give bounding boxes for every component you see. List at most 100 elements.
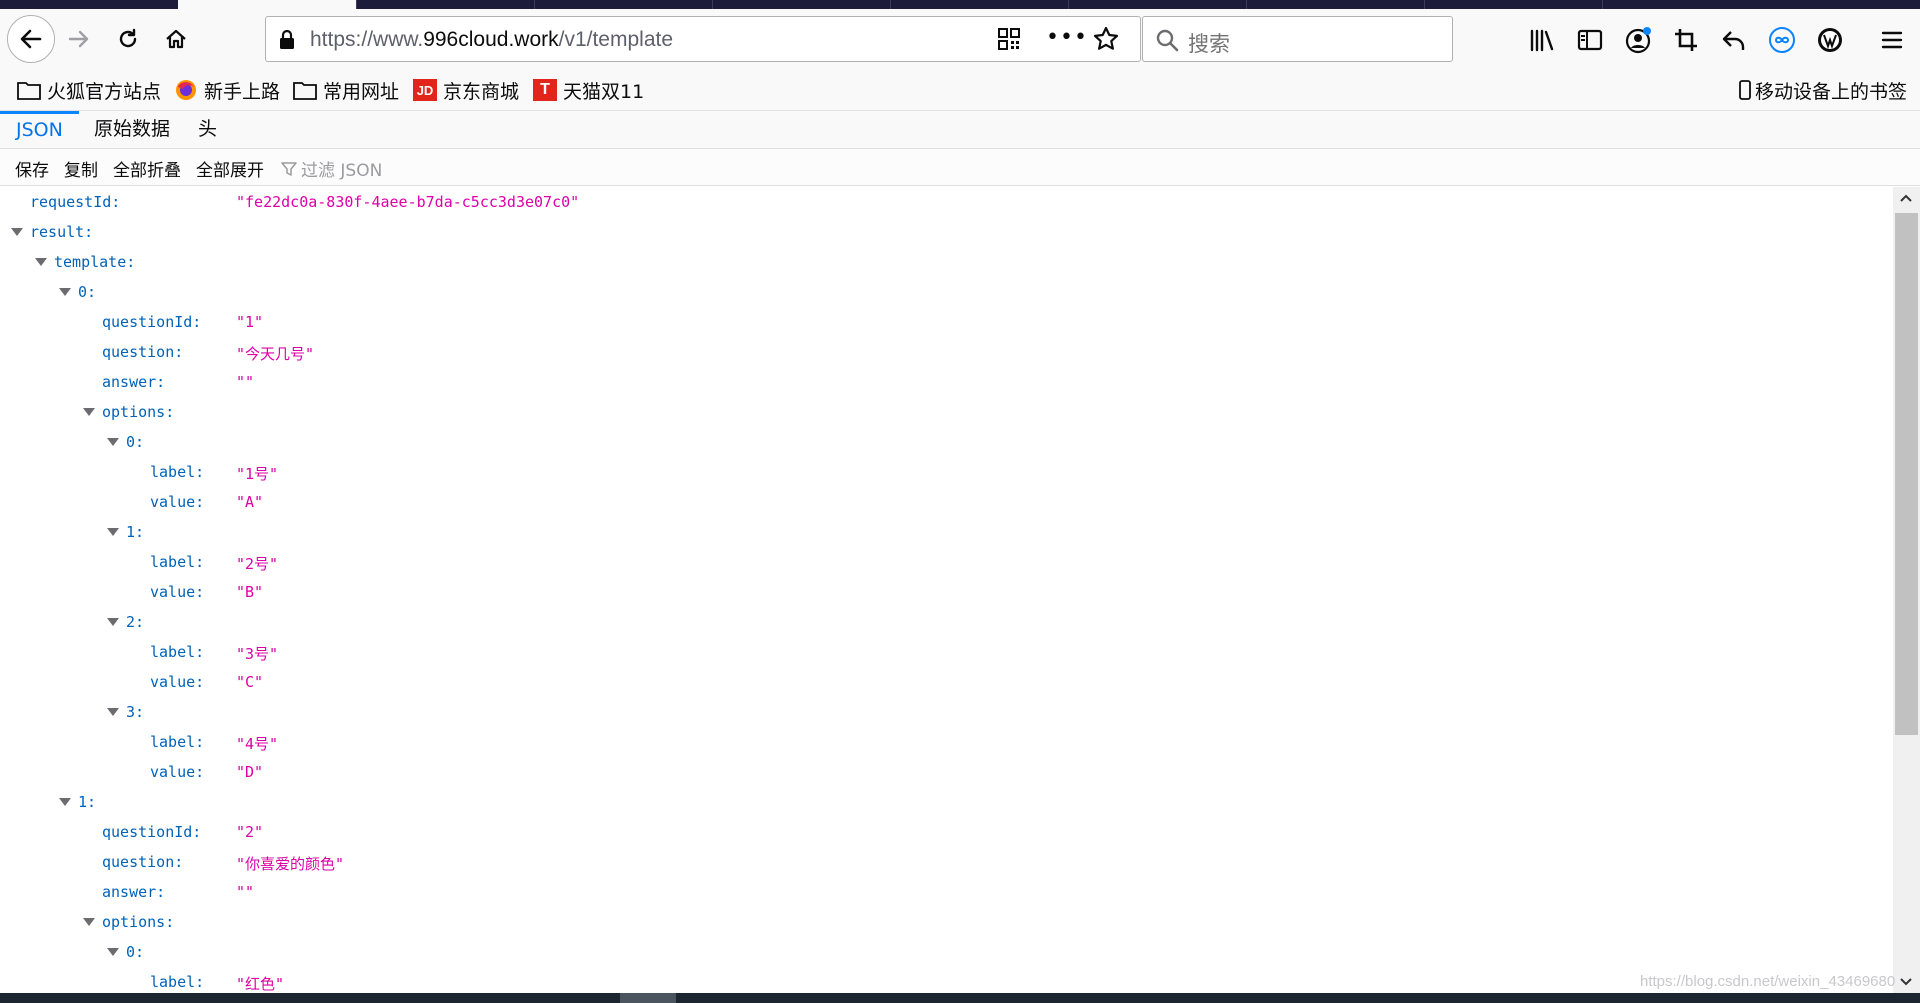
- account-button[interactable]: [1623, 25, 1653, 55]
- horizontal-scroll-thumb[interactable]: [620, 993, 676, 1003]
- expand-toggle-icon[interactable]: [83, 408, 95, 416]
- bookmark-tmall-double11[interactable]: T 天猫双11: [533, 77, 644, 103]
- search-placeholder: 搜索: [1188, 32, 1230, 56]
- expand-toggle-icon[interactable]: [11, 228, 23, 236]
- tree-row: value: "D": [0, 757, 1893, 787]
- crop-icon: [1675, 29, 1697, 51]
- expand-toggle-icon[interactable]: [59, 288, 71, 296]
- expand-toggle-icon[interactable]: [35, 258, 47, 266]
- tree-row[interactable]: 0:: [0, 937, 1893, 967]
- bookmark-label: 火狐官方站点: [47, 80, 162, 103]
- forward-button[interactable]: [58, 18, 100, 60]
- tree-row[interactable]: 1:: [0, 787, 1893, 817]
- url-domain: 996cloud.work: [423, 28, 559, 51]
- tab-separator: [534, 0, 535, 9]
- tree-value: "fe22dc0a-830f-4aee-b7da-c5cc3d3e07c0": [236, 193, 580, 211]
- firefox-icon: [174, 79, 198, 101]
- copy-button[interactable]: 复制: [64, 156, 98, 181]
- tree-key: label:: [150, 733, 205, 751]
- folder-icon: [17, 79, 41, 101]
- menu-button[interactable]: [1877, 25, 1907, 55]
- back-button[interactable]: [7, 15, 55, 63]
- tree-key: template:: [54, 253, 136, 271]
- mobile-bookmarks[interactable]: 移动设备上的书签: [1738, 77, 1907, 103]
- tree-row[interactable]: 1:: [0, 517, 1893, 547]
- tree-value: "红色": [236, 975, 285, 993]
- sidebar-icon: [1577, 29, 1603, 51]
- tree-key: question:: [102, 853, 184, 871]
- tree-value: "2号": [236, 555, 279, 573]
- tree-row: label: "4号": [0, 727, 1893, 757]
- wordpress-icon: [1818, 28, 1842, 52]
- bookmark-star-icon[interactable]: [1093, 26, 1119, 52]
- library-button[interactable]: [1527, 25, 1557, 55]
- collapse-all-button[interactable]: 全部折叠: [113, 156, 181, 181]
- expand-toggle-icon[interactable]: [107, 618, 119, 626]
- tab-json[interactable]: JSON: [0, 111, 79, 149]
- bookmark-getting-started[interactable]: 新手上路: [174, 77, 280, 103]
- wordpress-extension-button[interactable]: [1815, 25, 1845, 55]
- expand-toggle-icon[interactable]: [59, 798, 71, 806]
- tree-key: 1:: [126, 523, 145, 541]
- scroll-up-icon[interactable]: [1899, 193, 1913, 203]
- sidebar-button[interactable]: [1575, 25, 1605, 55]
- tree-row[interactable]: options:: [0, 397, 1893, 427]
- tree-row[interactable]: template:: [0, 247, 1893, 277]
- tree-key: questionId:: [102, 823, 202, 841]
- folder-icon: [293, 79, 317, 101]
- filter-json-input[interactable]: 过滤 JSON: [281, 156, 382, 181]
- tree-key: requestId:: [30, 193, 121, 211]
- extension-button[interactable]: [1767, 25, 1797, 55]
- expand-toggle-icon[interactable]: [83, 918, 95, 926]
- expand-toggle-icon[interactable]: [107, 528, 119, 536]
- search-bar[interactable]: 搜索: [1142, 16, 1453, 62]
- home-button[interactable]: [155, 18, 197, 60]
- address-bar[interactable]: https://www.996cloud.work/v1/template ••…: [265, 16, 1141, 62]
- jd-icon: JD: [413, 79, 437, 101]
- screenshot-button[interactable]: [1671, 25, 1701, 55]
- tmall-icon: T: [533, 79, 557, 101]
- tree-key: label:: [150, 553, 205, 571]
- json-toolbar: 保存 复制 全部折叠 全部展开 过滤 JSON: [0, 149, 1920, 186]
- json-tree: requestId: "fe22dc0a-830f-4aee-b7da-c5cc3…: [0, 187, 1893, 993]
- scroll-down-icon[interactable]: [1899, 977, 1913, 987]
- page-actions-button[interactable]: •••: [1046, 25, 1088, 50]
- tree-key: label:: [150, 463, 205, 481]
- bookmark-folder-common-sites[interactable]: 常用网址: [293, 77, 399, 103]
- expand-toggle-icon[interactable]: [107, 948, 119, 956]
- active-tab[interactable]: [178, 0, 356, 9]
- tab-headers[interactable]: 头: [182, 111, 233, 149]
- save-button[interactable]: 保存: [15, 156, 49, 181]
- tree-row[interactable]: options:: [0, 907, 1893, 937]
- bookmark-folder-firefox-official[interactable]: 火狐官方站点: [17, 77, 161, 103]
- tree-value: "4号": [236, 735, 279, 753]
- tab-strip: [0, 0, 1920, 9]
- expand-toggle-icon[interactable]: [107, 708, 119, 716]
- expand-all-button[interactable]: 全部展开: [196, 156, 264, 181]
- bookmark-label: 移动设备上的书签: [1755, 80, 1908, 103]
- scrollbar-thumb[interactable]: [1895, 213, 1918, 735]
- tree-row[interactable]: 3:: [0, 697, 1893, 727]
- tree-value: "D": [236, 763, 264, 781]
- lock-icon[interactable]: [278, 29, 296, 51]
- url-text[interactable]: https://www.996cloud.work/v1/template: [310, 28, 673, 52]
- bookmark-jd-mall[interactable]: JD 京东商城: [413, 77, 519, 103]
- tab-separator: [356, 0, 357, 9]
- tree-row[interactable]: 0:: [0, 427, 1893, 457]
- tree-key: answer:: [102, 883, 166, 901]
- tree-row[interactable]: 2:: [0, 607, 1893, 637]
- hamburger-menu-icon: [1881, 31, 1903, 49]
- bookmark-label: 天猫双11: [563, 80, 645, 103]
- reload-button[interactable]: [107, 18, 149, 60]
- expand-toggle-icon[interactable]: [107, 438, 119, 446]
- vertical-scrollbar[interactable]: [1893, 187, 1920, 993]
- tree-key: 0:: [126, 943, 145, 961]
- undo-close-tab-button[interactable]: [1719, 25, 1749, 55]
- tree-key: 3:: [126, 703, 145, 721]
- tree-row[interactable]: 0:: [0, 277, 1893, 307]
- qrcode-icon[interactable]: [998, 28, 1020, 50]
- bookmark-label: 京东商城: [443, 80, 520, 103]
- tree-row[interactable]: result:: [0, 217, 1893, 247]
- tab-raw-data[interactable]: 原始数据: [78, 111, 186, 149]
- bookmark-label: 新手上路: [204, 80, 281, 103]
